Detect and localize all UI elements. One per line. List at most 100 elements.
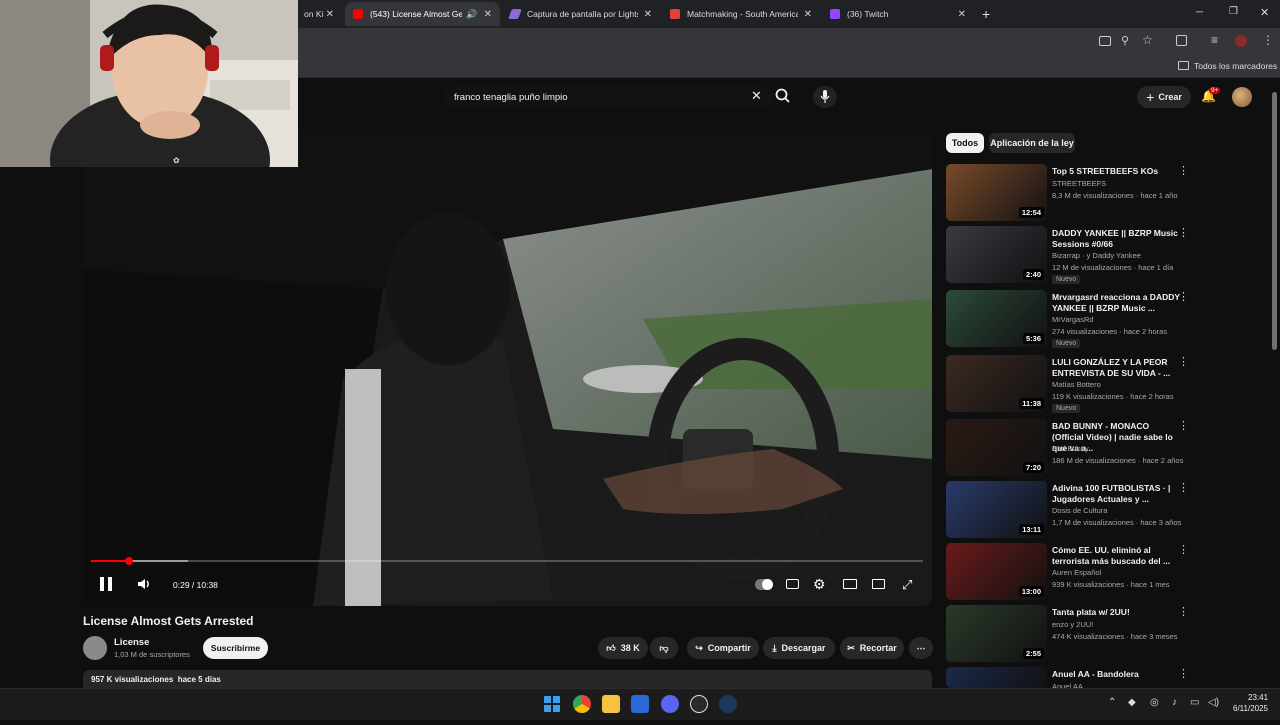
dislike-button[interactable]: 👎︎	[650, 637, 678, 659]
download-button[interactable]: ⤓ Descargar	[763, 637, 835, 659]
install-app-icon[interactable]	[1099, 36, 1111, 46]
volume-icon[interactable]	[137, 577, 151, 591]
create-button[interactable]: + Crear	[1137, 86, 1191, 108]
autoplay-toggle[interactable]	[755, 579, 773, 590]
video-thumbnail[interactable]: 13:00	[946, 543, 1047, 600]
recommended-channel[interactable]: Dosis de Cultura	[1052, 506, 1107, 515]
all-bookmarks-link[interactable]: Todos los marcadores	[1194, 61, 1277, 71]
video-player[interactable]	[83, 129, 932, 606]
tray-app-icon[interactable]: ◎	[1150, 697, 1159, 708]
close-icon[interactable]: ✕	[326, 9, 334, 20]
recommended-title[interactable]: Anuel AA - Bandolera	[1052, 669, 1180, 680]
subtitles-icon[interactable]	[786, 579, 799, 589]
more-options-icon[interactable]: ⋮	[1178, 290, 1189, 303]
recommended-video[interactable]: 13:11 Adivina 100 FUTBOLISTAS · | Jugador…	[946, 481, 1196, 539]
chip-law-enforcement[interactable]: Aplicación de la ley	[989, 133, 1075, 153]
close-icon[interactable]: ✕	[958, 9, 966, 20]
store-icon[interactable]	[631, 695, 649, 713]
video-thumbnail[interactable]: 12:54	[946, 164, 1047, 221]
recommended-video[interactable]: 11:38 LULI GONZÁLEZ Y LA PEOR ENTREVISTA …	[946, 355, 1196, 413]
account-avatar[interactable]	[1232, 87, 1252, 107]
recommended-video[interactable]: 12:54 Top 5 STREETBEEFS KOs STREETBEEFS 8,3…	[946, 164, 1196, 222]
maximize-icon[interactable]: ❐	[1229, 6, 1238, 17]
voice-search-button[interactable]	[813, 86, 837, 108]
video-thumbnail[interactable]: 11:38	[946, 355, 1047, 412]
search-button[interactable]	[774, 87, 796, 107]
close-icon[interactable]: ✕	[644, 9, 652, 20]
recommended-channel[interactable]: MrVargasRd	[1052, 315, 1094, 324]
more-options-icon[interactable]: ⋮	[1178, 419, 1189, 432]
tab-3[interactable]: Matchmaking - South America ✕	[662, 2, 820, 26]
recommended-title[interactable]: Cómo EE. UU. eliminó al terrorista más b…	[1052, 545, 1180, 567]
windows-start-icon[interactable]	[544, 696, 560, 712]
menu-icon[interactable]: ⋮	[1262, 33, 1274, 47]
media-control-icon[interactable]: ≡	[1211, 33, 1218, 47]
page-scrollbar[interactable]	[1272, 92, 1277, 350]
fullscreen-icon[interactable]: ⤢	[902, 577, 912, 593]
more-options-icon[interactable]: ⋮	[1178, 355, 1189, 368]
tab-2[interactable]: Captura de pantalla por Lightsh ✕	[502, 2, 660, 26]
channel-name[interactable]: License	[114, 637, 149, 648]
video-thumbnail[interactable]: 7:20	[946, 419, 1047, 476]
video-thumbnail[interactable]: 13:11	[946, 481, 1047, 538]
recommended-title[interactable]: Top 5 STREETBEEFS KOs	[1052, 166, 1180, 177]
recommended-channel[interactable]: Auren Español	[1052, 568, 1101, 577]
theater-mode-icon[interactable]	[843, 579, 857, 589]
search-input[interactable]: franco tenaglia puño limpio	[444, 86, 774, 108]
new-tab-button[interactable]: +	[982, 6, 990, 22]
more-options-icon[interactable]: ⋮	[1178, 605, 1189, 618]
more-options-icon[interactable]: ⋮	[1178, 667, 1189, 680]
progress-track[interactable]	[91, 560, 923, 562]
speaker-icon[interactable]: 🔊	[466, 9, 477, 20]
pause-icon[interactable]	[100, 577, 104, 591]
video-thumbnail[interactable]	[946, 667, 1047, 688]
channel-avatar[interactable]	[83, 636, 107, 660]
more-options-icon[interactable]: ⋮	[1178, 481, 1189, 494]
tray-steam-icon[interactable]: ◆	[1128, 697, 1136, 708]
tab-0[interactable]: on Ki ✕	[296, 2, 342, 26]
recommended-channel[interactable]: STREETBEEFS	[1052, 179, 1106, 188]
recommended-channel[interactable]: Bizarrap · y Daddy Yankee	[1052, 251, 1141, 260]
like-button[interactable]: 👍︎ 38 K	[598, 637, 648, 659]
pause-icon-bar[interactable]	[108, 577, 112, 591]
discord-icon[interactable]	[661, 695, 679, 713]
tray-chevron-icon[interactable]: ⌃	[1108, 697, 1116, 708]
steam-icon[interactable]	[719, 695, 737, 713]
recommended-title[interactable]: LULI GONZÁLEZ Y LA PEOR ENTREVISTA DE SU…	[1052, 357, 1180, 379]
volume-tray-icon[interactable]: ◁)	[1208, 697, 1219, 708]
recommended-title[interactable]: Adivina 100 FUTBOLISTAS · | Jugadores Ac…	[1052, 483, 1180, 505]
more-actions-button[interactable]: ⋯	[909, 637, 933, 659]
tab-4[interactable]: (36) Twitch ✕	[822, 2, 974, 26]
clock-time[interactable]: 23:41	[1248, 693, 1268, 702]
recommended-video[interactable]: 13:00 Cómo EE. UU. eliminó al terrorista …	[946, 543, 1196, 601]
cast-icon[interactable]	[872, 579, 885, 589]
recommended-video[interactable]: 2:40 DADDY YANKEE || BZRP Music Sessions …	[946, 226, 1196, 284]
close-icon[interactable]: ✕	[484, 9, 492, 20]
chrome-icon[interactable]	[573, 695, 591, 713]
window-close-icon[interactable]: ✕	[1260, 6, 1269, 19]
minimize-icon[interactable]: ─	[1196, 7, 1203, 18]
network-icon[interactable]: ▭	[1190, 697, 1199, 708]
recommended-title[interactable]: Mrvargasrd reacciona a DADDY YANKEE || B…	[1052, 292, 1180, 314]
recommended-title[interactable]: Tanta plata w/ 2UU!	[1052, 607, 1180, 618]
bookmark-star-icon[interactable]: ☆	[1142, 33, 1153, 47]
obs-icon[interactable]	[690, 695, 708, 713]
more-options-icon[interactable]: ⋮	[1178, 226, 1189, 239]
clear-search-icon[interactable]: ✕	[751, 88, 762, 104]
video-thumbnail[interactable]: 5:36	[946, 290, 1047, 347]
share-button[interactable]: ↪ Compartir	[687, 637, 759, 659]
subscribe-button[interactable]: Suscribirme	[203, 637, 268, 659]
recommended-title[interactable]: DADDY YANKEE || BZRP Music Sessions #0/6…	[1052, 228, 1180, 250]
recommended-video[interactable]: 7:20 BAD BUNNY - MONACO (Official Video) …	[946, 419, 1196, 477]
more-options-icon[interactable]: ⋮	[1178, 164, 1189, 177]
microphone-tray-icon[interactable]: ♪	[1172, 697, 1177, 708]
recommended-channel[interactable]: enzo y 2UU!	[1052, 620, 1093, 629]
extensions-icon[interactable]	[1176, 35, 1187, 46]
file-explorer-icon[interactable]	[602, 695, 620, 713]
more-options-icon[interactable]: ⋮	[1178, 543, 1189, 556]
zoom-icon[interactable]: ⚲	[1121, 34, 1129, 47]
chip-all[interactable]: Todos	[946, 133, 984, 153]
clock-date[interactable]: 6/11/2025	[1224, 704, 1268, 713]
recommended-video[interactable]: 5:36 Mrvargasrd reacciona a DADDY YANKEE …	[946, 290, 1196, 348]
recommended-channel[interactable]: Bad Bunny	[1052, 444, 1089, 453]
